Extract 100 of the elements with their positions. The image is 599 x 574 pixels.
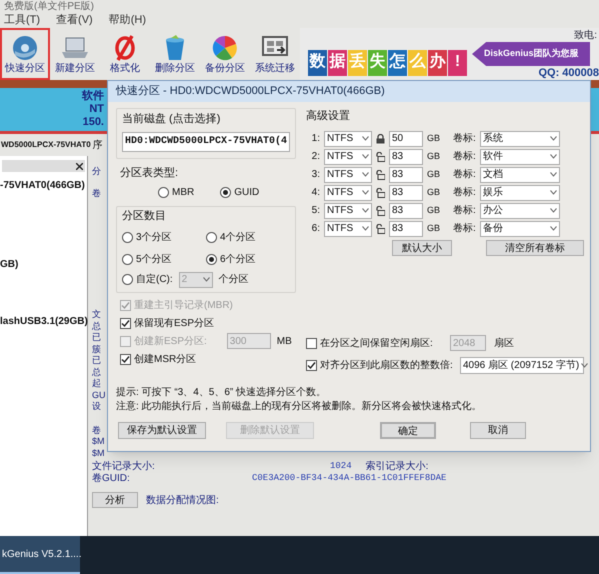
volume-label-dropdown[interactable]: 软件 (480, 148, 560, 164)
menu-item[interactable]: 查看(V) (56, 12, 93, 28)
radio-option[interactable]: 4个分区 (206, 230, 290, 244)
menu-item[interactable]: 帮助(H) (108, 12, 146, 28)
analyze-button[interactable]: 分析 (92, 492, 138, 508)
radio-indicator[interactable] (158, 187, 169, 198)
checkbox-option[interactable]: 创建MSR分区 (120, 352, 196, 366)
filesystem-dropdown[interactable]: NTFS (324, 220, 372, 236)
checkbox-option[interactable]: 保留现有ESP分区 (120, 316, 214, 330)
volume-label-dropdown[interactable]: 备份 (480, 220, 560, 236)
caret-icon (550, 226, 557, 231)
dialog-button[interactable]: 保存为默认设置 (118, 422, 206, 439)
size-field[interactable]: 83 (389, 220, 423, 236)
unit-label: MB (276, 334, 292, 348)
radio-option[interactable]: 3个分区 (122, 230, 206, 244)
filesystem-dropdown[interactable]: NTFS (324, 202, 372, 218)
banner-tile: 么 (408, 50, 427, 76)
dialog-button[interactable]: 确定 (380, 422, 436, 439)
radio-option[interactable]: 5个分区 (122, 252, 206, 266)
info-label: 索引记录大小: (366, 461, 428, 472)
caret-icon (362, 172, 369, 177)
default-size-button[interactable]: 默认大小 (392, 240, 452, 256)
info-label: 卷GUID: (92, 472, 131, 484)
menu-item[interactable]: 工具(T) (4, 12, 40, 28)
close-icon[interactable] (76, 162, 83, 170)
checkbox-option[interactable]: 在分区之间保留空闲扇区: (306, 336, 433, 350)
tree-item[interactable]: lashUSB3.1(29GB) (0, 314, 88, 329)
hint-text: 提示: 可按下 “3、4、5、6” 快速选择分区个数。 (116, 386, 328, 400)
taskbar-app-button[interactable]: kGenius V5.2.1.... (0, 536, 80, 574)
unlocked-lock-icon[interactable] (376, 188, 385, 198)
checkbox[interactable] (120, 354, 131, 364)
laptop-icon (60, 34, 90, 60)
checkbox[interactable] (306, 360, 317, 371)
unit-label: GB (427, 168, 442, 181)
window-title: 免费版(单文件PE版) (4, 2, 94, 12)
detail-label: 分 (92, 166, 101, 178)
filesystem-dropdown[interactable]: NTFS (324, 130, 372, 146)
caret-icon (550, 154, 557, 159)
radio-indicator[interactable] (122, 254, 133, 264)
volume-label-dropdown[interactable]: 文档 (480, 166, 560, 182)
size-field[interactable]: 83 (389, 166, 423, 182)
volume-label-dropdown[interactable]: 办公 (480, 202, 560, 218)
toolbar-button[interactable]: 新建分区 (50, 28, 100, 80)
size-field[interactable]: 83 (389, 148, 423, 164)
radio-option[interactable]: MBR (158, 185, 194, 200)
size-field[interactable]: 83 (389, 202, 423, 218)
unlocked-lock-icon[interactable] (376, 170, 385, 180)
partition-bar-text: 软件 (82, 90, 104, 103)
row-number: 6: (310, 222, 320, 236)
checkbox-option[interactable]: 对齐分区到此扇区数的整数倍: (306, 358, 453, 373)
radio-indicator[interactable] (206, 254, 217, 264)
size-field[interactable]: 83 (389, 184, 423, 200)
info-label: 文件记录大小: (92, 461, 156, 472)
size-field[interactable]: 50 (389, 130, 423, 146)
banner-tile: 失 (368, 50, 387, 76)
unlocked-lock-icon[interactable] (376, 152, 385, 162)
unit-label: 扇区 (494, 336, 514, 350)
radio-option[interactable]: GUID (220, 185, 260, 200)
section-label: 高级设置 (306, 108, 351, 124)
banner-tile: 据 (328, 50, 347, 76)
clear-labels-button[interactable]: 清空所有卷标 (486, 240, 584, 256)
volume-label-dropdown[interactable]: 娱乐 (480, 184, 560, 200)
contact-label: 致电: (574, 30, 597, 41)
radio-option[interactable]: 6个分区 (206, 252, 290, 266)
filesystem-dropdown[interactable]: NTFS (324, 184, 372, 200)
volume-label-dropdown[interactable]: 系统 (480, 130, 560, 146)
field-label: 卷标: (453, 204, 476, 218)
toolbar-button[interactable]: 删除分区 (150, 28, 200, 80)
tree-item[interactable]: -75VHAT0(466GB) (0, 178, 85, 193)
toolbar-button[interactable]: 备份分区 (200, 28, 250, 80)
group-label: 分区数目 (122, 209, 167, 224)
radio-indicator[interactable] (206, 232, 217, 242)
lock-icon[interactable] (376, 134, 385, 144)
caret-icon (362, 208, 369, 213)
filesystem-dropdown[interactable]: NTFS (324, 148, 372, 164)
radio-indicator[interactable] (122, 232, 133, 242)
radio-option[interactable]: 自定(C): (122, 272, 173, 287)
detail-label: 文 (92, 309, 101, 320)
detail-label: 卷 (92, 424, 101, 436)
disk-select-field[interactable]: HD0:WDCWD5000LPCX-75VHAT0(4 (122, 132, 290, 152)
dialog-button[interactable]: 取消 (470, 422, 526, 439)
tree-item[interactable]: GB) (0, 257, 18, 272)
radio-indicator[interactable] (220, 187, 232, 198)
detail-label: GU (92, 390, 106, 401)
info-value: C0E3A200-BF34-434A-BB61-1C01FFEF8DAE (252, 472, 446, 484)
detail-label: $M (92, 448, 105, 459)
caret-icon (202, 277, 210, 282)
unlocked-lock-icon[interactable] (376, 206, 385, 216)
banner-tile: 数 (308, 50, 327, 76)
row-number: 1: (310, 132, 320, 146)
unlocked-lock-icon[interactable] (376, 224, 385, 234)
checkbox[interactable] (306, 338, 317, 348)
color-wheel-icon (210, 34, 240, 60)
hint-text: 注意: 此功能执行后，当前磁盘上的现有分区将被删除。新分区将会被快速格式化。 (116, 400, 483, 414)
detail-label: 总 (92, 366, 101, 378)
toolbar-button[interactable]: 系统迁移 (250, 28, 300, 80)
toolbar-button[interactable]: 格式化 (100, 28, 150, 80)
radio-indicator[interactable] (122, 274, 133, 285)
filesystem-dropdown[interactable]: NTFS (324, 166, 372, 182)
checkbox[interactable] (120, 318, 131, 328)
